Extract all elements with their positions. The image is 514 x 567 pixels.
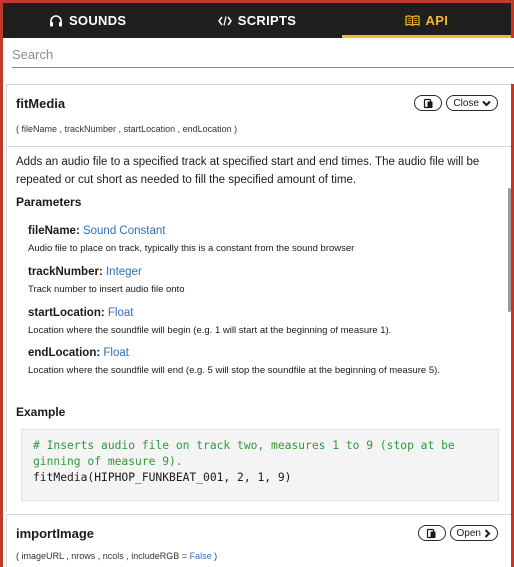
scrollbar-thumb[interactable] xyxy=(508,188,511,312)
tab-api-label: API xyxy=(425,13,449,28)
example-heading: Example xyxy=(16,405,66,419)
api-entry-importimage: importImage Open ( imageURL , nrows , nc… xyxy=(6,514,512,567)
open-entry-button[interactable]: Open xyxy=(449,525,498,541)
function-name: importImage xyxy=(16,526,95,541)
tab-bar: SOUNDS SCRIPTS API xyxy=(0,0,514,38)
code-icon xyxy=(217,15,232,26)
parameter-type: Integer xyxy=(105,266,142,278)
function-name: fitMedia xyxy=(16,96,66,111)
entry-actions: Open xyxy=(417,525,498,541)
parameter-description: Location where the soundfile will begin … xyxy=(28,325,392,336)
search-input[interactable] xyxy=(12,44,514,68)
clipboard-icon xyxy=(423,98,433,108)
parameter-name: endLocation xyxy=(28,347,97,359)
tab-sounds[interactable]: SOUNDS xyxy=(3,3,172,38)
parameter-name: fileName xyxy=(28,225,76,237)
parameter-type: Float xyxy=(103,347,129,359)
close-entry-button[interactable]: Close xyxy=(446,95,498,111)
sig-param: includeRGB xyxy=(131,551,180,561)
parameter-item: fileName: Sound Constant Audio file to p… xyxy=(28,221,508,255)
window-frame-left xyxy=(0,38,3,567)
api-entry-fitmedia: fitMedia Close ( fileName , trackNumber … xyxy=(6,84,512,512)
book-icon xyxy=(404,15,420,26)
sig-param: imageURL xyxy=(21,551,64,561)
paste-code-button[interactable] xyxy=(414,95,443,111)
chevron-down-icon xyxy=(482,100,491,106)
function-description: Adds an audio file to a specified track … xyxy=(16,156,480,186)
sig-param: fileName xyxy=(21,124,58,134)
clipboard-icon xyxy=(426,528,436,538)
sig-param: endLocation xyxy=(182,124,232,134)
sig-param: trackNumber xyxy=(64,124,117,134)
parameter-type: Sound Constant xyxy=(82,225,166,237)
parameter-item: endLocation: Float Location where the so… xyxy=(28,343,508,377)
code-statement: fitMedia(HIPHOP_FUNKBEAT_001, 2, 1, 9) xyxy=(33,471,292,484)
function-signature: ( imageURL , nrows , ncols , includeRGB … xyxy=(16,551,218,561)
parameter-description: Location where the soundfile will end (e… xyxy=(28,365,440,376)
parameter-description: Audio file to place on track, typically … xyxy=(28,243,355,254)
code-comment: # Inserts audio file on track two, measu… xyxy=(33,439,455,452)
paste-code-button[interactable] xyxy=(417,525,446,541)
tab-scripts-label: SCRIPTS xyxy=(237,13,297,28)
code-comment: ginning of measure 9). xyxy=(33,455,183,468)
api-entry-header: importImage Open xyxy=(7,515,512,549)
entry-actions: Close xyxy=(414,95,498,111)
headphones-icon xyxy=(49,15,62,27)
parameter-type: Float xyxy=(107,307,134,319)
parameter-name: trackNumber xyxy=(28,266,99,278)
parameters-heading: Parameters xyxy=(16,195,82,209)
parameter-item: startLocation: Float Location where the … xyxy=(28,303,508,337)
close-entry-label: Close xyxy=(453,97,479,109)
sig-default: False xyxy=(189,551,212,561)
chevron-right-icon xyxy=(484,528,491,538)
code-example: # Inserts audio file on track two, measu… xyxy=(21,429,499,501)
function-signature: ( fileName , trackNumber , startLocation… xyxy=(16,124,238,134)
parameter-description: Track number to insert audio file onto xyxy=(28,284,185,295)
divider xyxy=(7,146,512,147)
open-entry-label: Open xyxy=(456,527,481,539)
parameter-name: startLocation xyxy=(28,307,101,319)
api-entry-header: fitMedia Close xyxy=(7,85,512,119)
sig-param: nrows xyxy=(71,551,96,561)
tab-scripts[interactable]: SCRIPTS xyxy=(172,3,341,38)
sig-param: ncols xyxy=(102,551,124,561)
parameter-item: trackNumber: Integer Track number to ins… xyxy=(28,262,508,296)
sig-param: startLocation xyxy=(123,124,176,134)
tab-sounds-label: SOUNDS xyxy=(68,13,127,28)
tab-api[interactable]: API xyxy=(341,3,512,38)
